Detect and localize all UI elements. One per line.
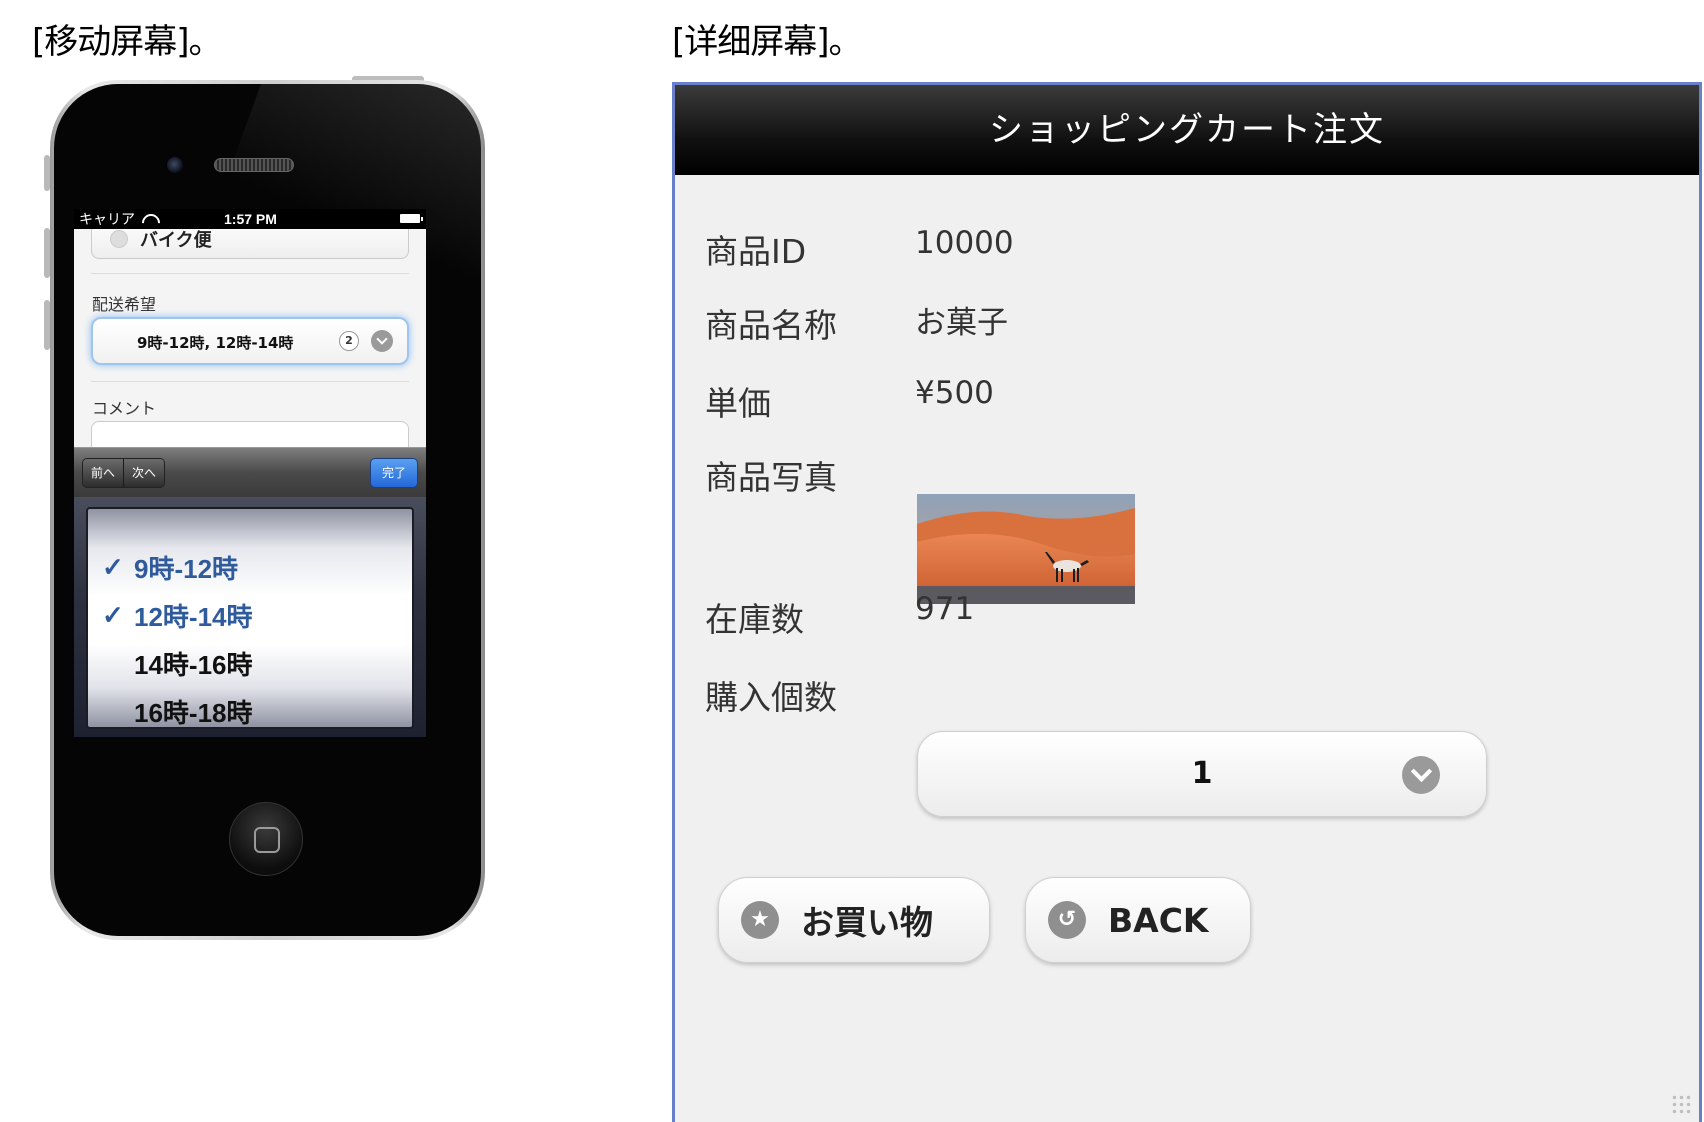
mobile-screen-caption: [移动屏幕]。 [32, 22, 223, 62]
delivery-select[interactable]: 9時-12時, 12時-14時 2 [91, 317, 409, 365]
picker-toolbar: 前へ 次へ 完了 [74, 447, 426, 497]
chevron-down-icon [371, 330, 393, 352]
iphone-frame: キャリア 1:57 PM バイク便 配送希望 9時-12時, 12時-14時 2 [50, 80, 485, 940]
delivery-select-value: 9時-12時, 12時-14時 [137, 334, 294, 352]
battery-icon [400, 214, 423, 223]
check-icon: ✓ [102, 551, 124, 582]
iphone-body: キャリア 1:57 PM バイク便 配送希望 9時-12時, 12時-14時 2 [54, 84, 481, 936]
delivery-label: 配送希望 [92, 295, 157, 314]
order-form: バイク便 配送希望 9時-12時, 12時-14時 2 コメント [74, 221, 426, 461]
selected-count-badge: 2 [339, 331, 359, 351]
radio-icon[interactable] [110, 230, 128, 248]
product-photo-label: 商品写真 [705, 458, 837, 497]
earpiece-speaker [214, 158, 294, 172]
picker-option-label: 14時-16時 [134, 649, 253, 680]
done-button[interactable]: 完了 [370, 458, 418, 488]
status-time: 1:57 PM [224, 211, 277, 227]
unit-price-value: ¥500 [915, 375, 994, 411]
back-button[interactable]: ↺ BACK [1025, 877, 1251, 963]
home-button-icon [254, 827, 280, 853]
product-name-label: 商品名称 [705, 306, 837, 345]
product-photo [917, 494, 1135, 604]
picker-option[interactable]: ✓ 12時-14時 [102, 591, 253, 639]
quantity-label: 購入個数 [705, 678, 837, 717]
page-title: ショッピングカート注文 [675, 85, 1699, 175]
prev-button[interactable]: 前へ [83, 459, 124, 487]
back-arrow-icon: ↺ [1048, 901, 1086, 939]
buy-button-label: お買い物 [801, 903, 933, 942]
home-button[interactable] [229, 802, 303, 876]
resize-grip-icon[interactable] [1671, 1094, 1693, 1116]
product-id-value: 10000 [915, 225, 1014, 261]
unit-price-label: 単価 [705, 384, 771, 423]
front-camera-icon [167, 157, 183, 173]
check-icon: ✓ [102, 599, 124, 630]
desert-oryx-image [917, 494, 1135, 604]
product-name-value: お菓子 [915, 305, 1008, 341]
buy-button[interactable]: ★ お買い物 [718, 877, 990, 963]
back-button-label: BACK [1108, 900, 1209, 940]
next-button[interactable]: 次へ [123, 459, 165, 487]
detail-screen: ショッピングカート注文 商品ID 10000 商品名称 お菓子 単価 ¥500 … [672, 82, 1702, 1122]
divider [91, 381, 409, 382]
picker-option[interactable]: ✓ 9時-12時 [102, 543, 238, 591]
phone-screen: キャリア 1:57 PM バイク便 配送希望 9時-12時, 12時-14時 2 [74, 209, 426, 737]
star-icon: ★ [741, 901, 779, 939]
product-id-label: 商品ID [705, 232, 807, 271]
stock-label: 在庫数 [705, 600, 804, 639]
time-picker[interactable]: ✓ 9時-12時 ✓ 12時-14時 14時-16時 16時-18時 [86, 507, 414, 729]
carrier-label: キャリア [79, 211, 135, 227]
stock-value: 971 [915, 591, 975, 627]
picker-option[interactable]: 16時-18時 [102, 687, 253, 728]
detail-screen-caption: [详细屏幕]。 [672, 22, 863, 62]
status-bar: キャリア 1:57 PM [74, 209, 426, 229]
prev-next-segment: 前へ 次へ [82, 458, 166, 488]
divider [91, 273, 409, 274]
quantity-select[interactable]: 1 [917, 731, 1487, 817]
picker-option-label: 12時-14時 [134, 601, 253, 632]
wifi-icon [141, 213, 157, 225]
chevron-down-icon [1402, 756, 1440, 794]
comment-label: コメント [92, 399, 157, 418]
picker-option[interactable]: 14時-16時 [102, 639, 253, 687]
picker-option-label: 9時-12時 [134, 553, 239, 584]
picker-frame: ✓ 9時-12時 ✓ 12時-14時 14時-16時 16時-18時 [74, 497, 426, 737]
picker-option-label: 16時-18時 [134, 697, 253, 728]
quantity-select-value: 1 [1191, 756, 1213, 791]
